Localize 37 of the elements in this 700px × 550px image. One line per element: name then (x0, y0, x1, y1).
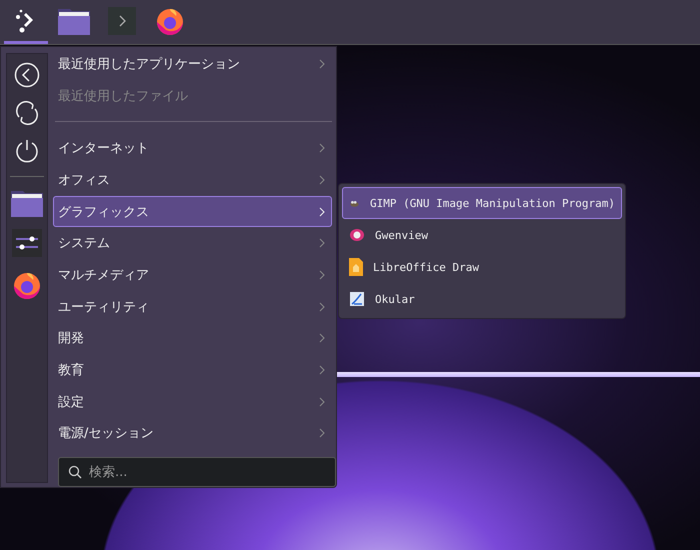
menu-item[interactable]: 最近使用したアプリケーション (53, 48, 332, 80)
submenu-item[interactable]: GIMP (GNU Image Manipulation Program) (342, 187, 622, 219)
chevron-icon (319, 174, 325, 185)
chevron-icon (319, 396, 325, 407)
chevron-icon (319, 428, 325, 438)
chevron-icon (319, 206, 325, 217)
chevron-icon (319, 365, 325, 376)
chevron-icon (319, 302, 325, 312)
menu-item[interactable]: グラフィックス (53, 196, 332, 228)
menu-item[interactable]: 開発 (53, 322, 332, 354)
refresh-icon[interactable] (14, 100, 40, 126)
gwenview-icon (349, 227, 365, 243)
power-icon[interactable] (14, 138, 40, 164)
folder-icon[interactable] (58, 6, 90, 34)
document-icon (349, 258, 363, 276)
settings-icon[interactable] (12, 229, 42, 257)
menu-item[interactable]: インターネット (53, 132, 332, 164)
menu-item[interactable]: 教育 (53, 354, 332, 386)
menu-item[interactable]: ユーティリティ (53, 290, 332, 322)
menu-item[interactable]: システム (53, 227, 332, 260)
menu-item[interactable]: マルチメディア (53, 259, 332, 291)
menu-item[interactable]: 設定 (53, 386, 332, 418)
chevron-icon (319, 238, 325, 248)
submenu-item[interactable]: LibreOffice Draw (342, 251, 622, 283)
terminal-icon (108, 6, 136, 34)
chevron-icon (319, 143, 325, 154)
submenu-item[interactable]: Okular (342, 283, 622, 315)
back-icon[interactable] (14, 62, 40, 88)
menu-item[interactable]: 電源/セッション (53, 418, 332, 450)
chevron-icon (319, 58, 325, 69)
chevron-icon (319, 270, 325, 280)
okular-icon (349, 291, 365, 307)
menu-item[interactable]: オフィス (53, 164, 332, 196)
folder-icon[interactable] (11, 189, 43, 217)
search-field[interactable]: 検索... (58, 457, 336, 487)
chevron-icon (319, 333, 325, 344)
submenu-item[interactable]: Gwenview (342, 219, 622, 251)
